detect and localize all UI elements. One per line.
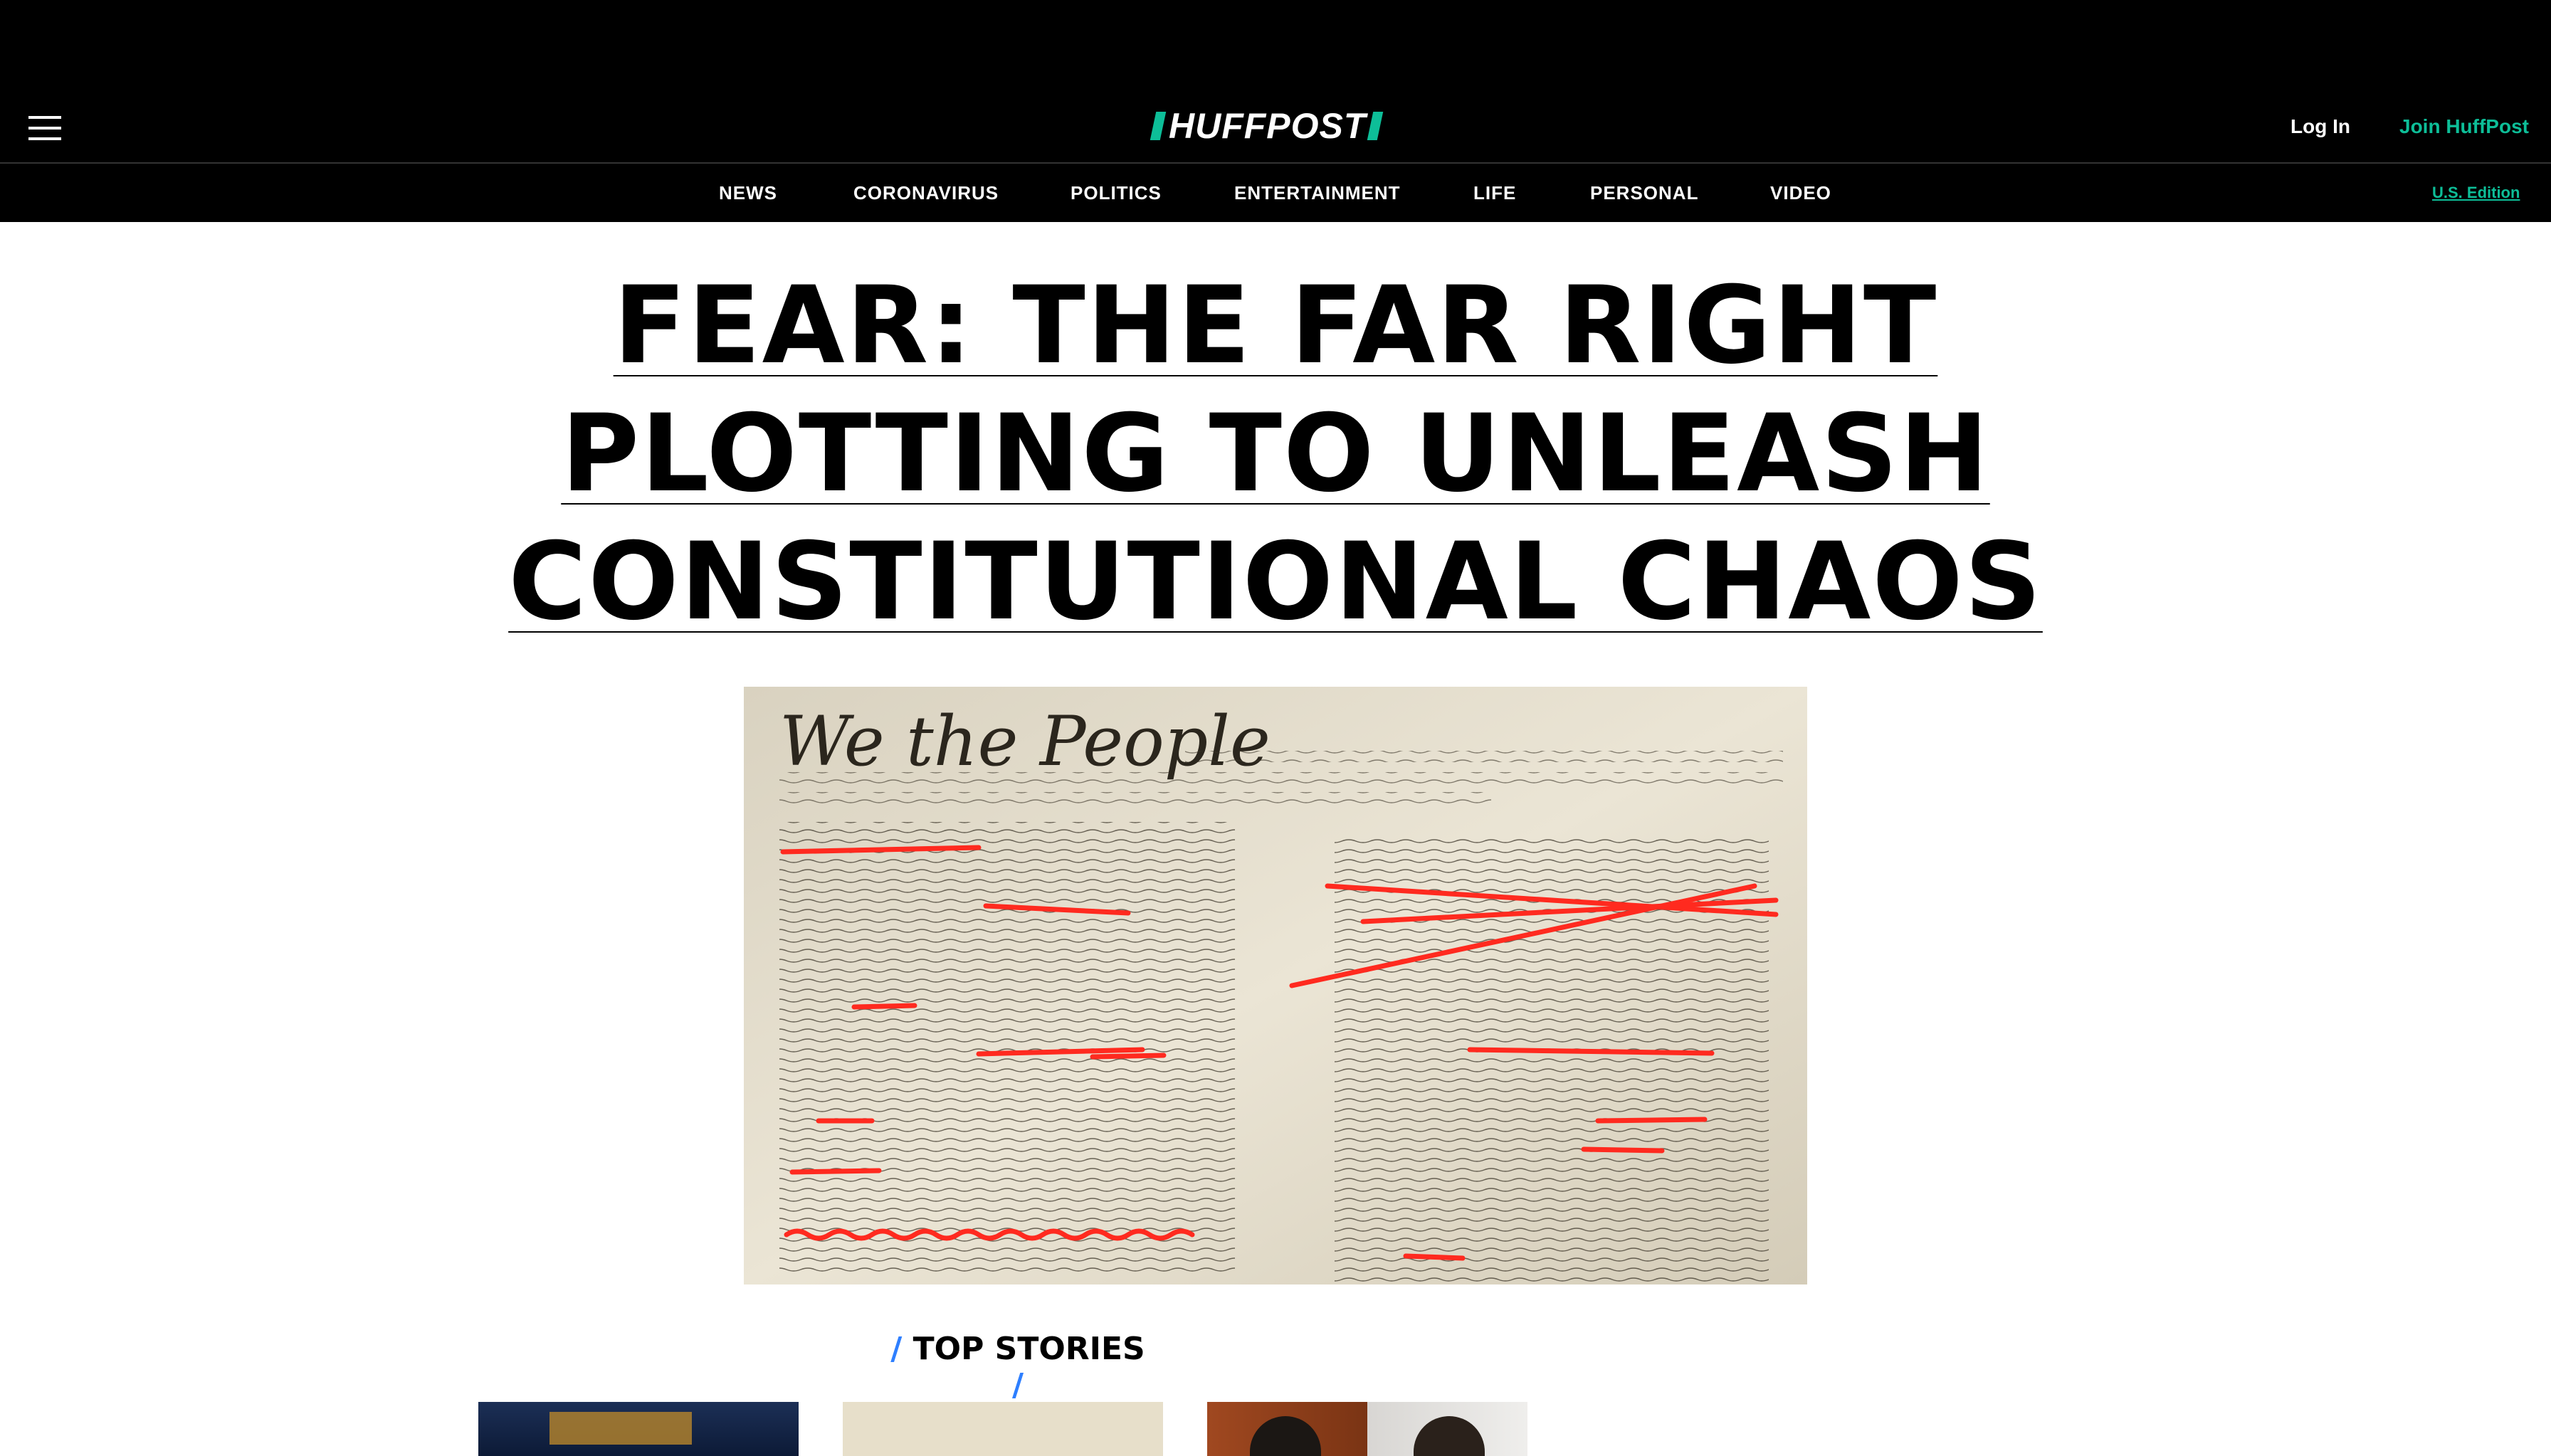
hero-image-constitution[interactable]: We the People [744, 687, 1807, 1284]
person-silhouette [1250, 1416, 1321, 1456]
nav-item-personal[interactable]: PERSONAL [1590, 182, 1698, 204]
section-nav: NEWS CORONAVIRUS POLITICS ENTERTAINMENT … [0, 165, 2551, 222]
top-stories-label: TOP STORIES [912, 1331, 1145, 1367]
story-thumbnail-2[interactable] [843, 1402, 1163, 1456]
storefront-sign [549, 1412, 692, 1445]
slash-right: / [1011, 1367, 1024, 1403]
logo-bar-icon [1367, 112, 1384, 140]
hamburger-menu-icon[interactable] [28, 116, 61, 140]
nav-item-life[interactable]: LIFE [1473, 182, 1516, 204]
page-headline: FEAR: THE FAR RIGHT PLOTTING TO UNLEASH … [427, 262, 2124, 646]
headline-line-2: PLOTTING TO UNLEASH [561, 392, 1990, 516]
top-stories-heading: / TOP STORIES / [883, 1331, 1153, 1403]
headline-line-1: FEAR: THE FAR RIGHT [613, 264, 1938, 388]
slash-left: / [890, 1331, 903, 1367]
nav-item-politics[interactable]: POLITICS [1071, 182, 1162, 204]
join-link[interactable]: Join HuffPost [2399, 115, 2529, 138]
logo-bar-icon [1150, 112, 1167, 140]
story-thumbnail-3[interactable] [1207, 1402, 1527, 1456]
nav-item-coronavirus[interactable]: CORONAVIRUS [853, 182, 999, 204]
nav-item-entertainment[interactable]: ENTERTAINMENT [1234, 182, 1401, 204]
login-link[interactable]: Log In [2290, 115, 2350, 138]
nav-item-news[interactable]: NEWS [719, 182, 777, 204]
logo-text: HUFFPOST [1169, 106, 1367, 146]
story-thumbnail-1[interactable] [478, 1402, 799, 1456]
huffpost-logo[interactable]: HUFFPOST [1150, 106, 1384, 146]
person-silhouette [1414, 1416, 1485, 1456]
top-bar: HUFFPOST Log In Join HuffPost [0, 0, 2551, 164]
headline-link[interactable]: FEAR: THE FAR RIGHT PLOTTING TO UNLEASH … [427, 262, 2124, 646]
site-header: HUFFPOST Log In Join HuffPost NEWS CORON… [0, 0, 2551, 222]
we-the-people-script: We the People [779, 702, 1271, 781]
headline-line-3: CONSTITUTIONAL CHAOS [508, 520, 2043, 644]
nav-item-video[interactable]: VIDEO [1770, 182, 1831, 204]
edition-selector[interactable]: U.S. Edition [2432, 184, 2520, 202]
